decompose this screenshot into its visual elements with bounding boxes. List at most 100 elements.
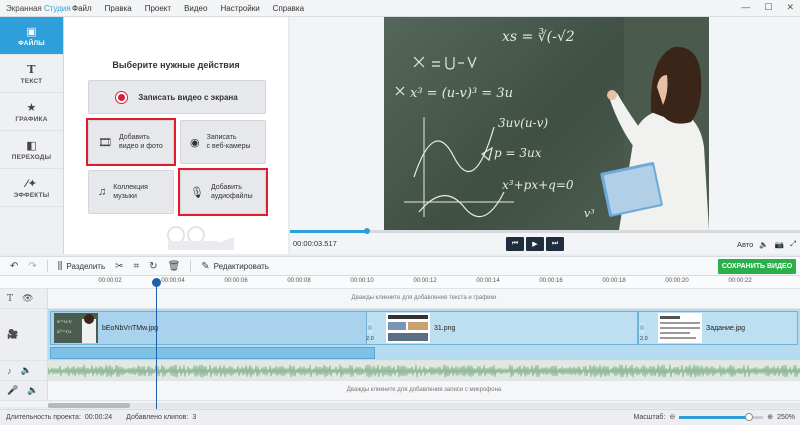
ruler-tick: 00:00:10 [350, 278, 374, 284]
menu-bar: Файл Правка Проект Видео Настройки Справ… [72, 4, 317, 13]
scissors-icon[interactable]: ✂ [115, 261, 123, 272]
timeline-scrollbar[interactable] [48, 403, 800, 408]
split-button[interactable]: Разделить [66, 262, 105, 271]
clip-1-name: bEoNbVnTMw.jpg [102, 324, 159, 332]
text-track[interactable]: Дважды кликните для добавления текста и … [48, 289, 800, 309]
menu-settings[interactable]: Настройки [220, 4, 259, 13]
webcam-line1: Записать [206, 134, 237, 141]
zoom-in-icon[interactable]: ⊕ [767, 413, 773, 421]
play-icon: ▶ [532, 241, 538, 248]
volume-icon[interactable]: 🔈 [759, 240, 768, 249]
menu-edit[interactable]: Правка [105, 4, 132, 13]
close-icon[interactable]: ✕ [786, 2, 794, 13]
tab-text-label: ТЕКСТ [20, 77, 43, 85]
app-name-accent: Студия [44, 3, 71, 13]
mic-track-hint: Дважды кликните для добавления записи с … [346, 387, 502, 393]
highlight-box-audio [178, 168, 268, 216]
menu-project[interactable]: Проект [145, 4, 171, 13]
redo-icon[interactable]: ↷ [28, 261, 36, 272]
duration-label: Длительность проекта: [6, 414, 81, 421]
music-track[interactable] [48, 361, 800, 381]
webcam-record-button[interactable]: ◉ Записать с веб-камеры [180, 120, 266, 164]
quality-select[interactable]: Авто [737, 240, 753, 249]
app-title: Экранная Студия [0, 4, 71, 13]
playhead[interactable] [156, 280, 157, 410]
ruler-tick: 00:00:14 [476, 278, 500, 284]
ruler-tick: 00:00:12 [413, 278, 437, 284]
video-camera-icon: 🎥 [7, 329, 19, 339]
undo-icon[interactable]: ↶ [10, 261, 18, 272]
playhead-handle[interactable] [152, 278, 161, 287]
edit-button[interactable]: Редактировать [214, 262, 269, 271]
webcam-icon: ◉ [190, 136, 200, 149]
tab-effects[interactable]: ⁄✦ ЭФФЕКТЫ [0, 169, 63, 207]
clip-1-audio-bar[interactable] [50, 347, 375, 359]
progress-knob[interactable] [364, 228, 370, 234]
zoom-slider[interactable] [679, 412, 764, 421]
split-icon[interactable]: ⫼ [58, 261, 63, 272]
previous-button[interactable]: ⏮ [506, 237, 524, 251]
fullscreen-icon[interactable]: ⤢ [790, 239, 796, 249]
music-collection-button[interactable]: ♫ Коллекция музыки [88, 170, 174, 214]
clip-thumbnail [386, 313, 430, 343]
tab-transitions[interactable]: ◧ ПЕРЕХОДЫ [0, 131, 63, 169]
progress-fill [290, 230, 368, 233]
tab-transitions-label: ПЕРЕХОДЫ [11, 153, 52, 161]
trash-icon[interactable]: 🗑 [168, 261, 181, 272]
timeline-toolbar: ↶ ↷ ⫼ Разделить ✂ ⌗ ↻ 🗑 ✎ Редактировать … [0, 256, 800, 276]
scrollbar-thumb[interactable] [48, 403, 130, 408]
status-bar: Длительность проекта: 00:00:24 Добавлено… [0, 409, 800, 425]
clip-thumbnail: x=u-v x³=(u [54, 313, 98, 343]
tab-graphics[interactable]: ★ ГРАФИКА [0, 93, 63, 131]
edit-icon[interactable]: ✎ [201, 261, 209, 272]
video-track[interactable]: x=u-v x³=(u bEoNbVnTMw.jpg 31.png 2.0 За… [48, 309, 800, 361]
play-button[interactable]: ▶ [526, 237, 544, 251]
tab-text[interactable]: T ТЕКСТ [0, 55, 63, 93]
skip-back-icon: ⏮ [511, 240, 519, 247]
video-preview[interactable]: xs = ∛(-√2 x³ = (u-v)³ = 3u 3uv(u-v) p =… [384, 17, 709, 230]
crop-icon[interactable]: ⌗ [134, 261, 140, 272]
webcam-label: Записать с веб-камеры [207, 133, 251, 151]
ruler-tick: 00:00:02 [98, 278, 122, 284]
rotate-icon[interactable]: ↻ [149, 261, 157, 272]
zoom-slider-knob[interactable] [745, 412, 754, 421]
svg-text:3uv(u-v): 3uv(u-v) [498, 116, 548, 130]
highlight-box-video [86, 118, 176, 166]
music-note-icon: ♪ [7, 365, 12, 376]
volume-icon[interactable]: 🔈 [27, 385, 38, 396]
tab-files[interactable]: ▣ ФАЙЛЫ [0, 17, 63, 55]
zoom-label: Масштаб: [633, 413, 666, 421]
record-screen-button[interactable]: Записать видео с экрана [88, 80, 266, 114]
svg-text:xs = ∛(-√2: xs = ∛(-√2 [502, 28, 575, 45]
menu-video[interactable]: Видео [184, 4, 207, 13]
music-line1: Коллекция [113, 184, 148, 191]
title-bar: Экранная Студия Файл Правка Проект Видео… [0, 0, 800, 17]
ruler-tick: 00:00:08 [287, 278, 311, 284]
camera-icon[interactable]: 📷 [775, 240, 784, 249]
volume-icon[interactable]: 🔈 [21, 365, 32, 376]
microphone-icon: 🎤 [7, 385, 19, 395]
zoom-out-icon[interactable]: ⊖ [669, 413, 675, 421]
next-button[interactable]: ⏭ [546, 237, 564, 251]
panel-title: Выберите нужные действия [112, 60, 240, 70]
tab-effects-label: ЭФФЕКТЫ [13, 191, 50, 199]
teacher-image [579, 17, 709, 230]
menu-file[interactable]: Файл [72, 4, 92, 13]
music-note-icon: ♫ [98, 186, 107, 198]
timeline: T 👁 Дважды кликните для добавления текст… [0, 289, 800, 407]
text-track-hint: Дважды кликните для добавления текста и … [351, 295, 497, 301]
transition-duration-1: 2.0 [366, 336, 374, 342]
clip-2[interactable]: 31.png [366, 311, 638, 345]
maximize-icon[interactable]: ☐ [764, 2, 772, 13]
text-icon: T [27, 62, 36, 76]
clip-3[interactable]: Задание.jpg [638, 311, 798, 345]
minimize-icon[interactable]: — [741, 2, 750, 13]
menu-help[interactable]: Справка [273, 4, 304, 13]
clip-1[interactable]: x=u-v x³=(u bEoNbVnTMw.jpg [50, 311, 375, 345]
preview-options: Авто 🔈 📷 ⤢ [737, 239, 796, 249]
preview-progress-bar[interactable] [290, 228, 800, 234]
mic-track[interactable]: Дважды кликните для добавления записи с … [48, 381, 800, 401]
save-video-button[interactable]: СОХРАНИТЬ ВИДЕО [718, 259, 796, 274]
ruler-tick: 00:00:20 [665, 278, 689, 284]
eye-icon[interactable]: 👁 [22, 293, 33, 304]
